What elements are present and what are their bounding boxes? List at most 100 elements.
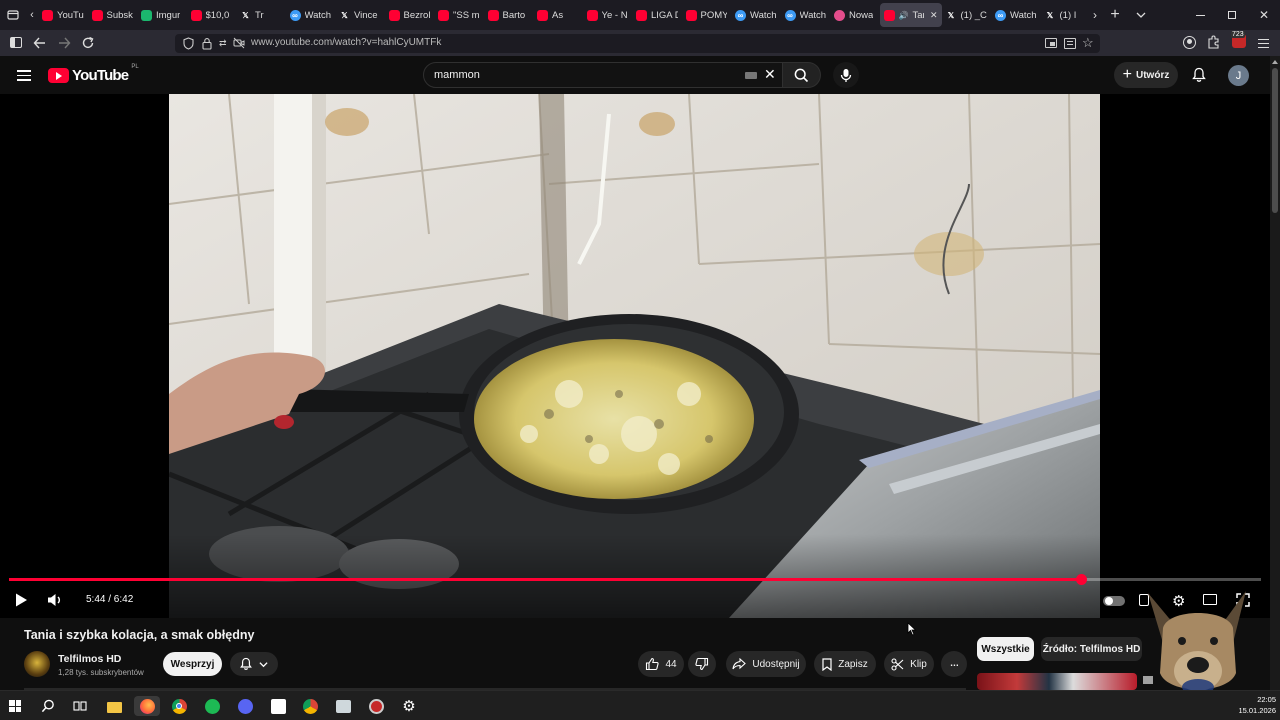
browser-tab[interactable]: Bezrol <box>385 3 435 27</box>
video-player[interactable]: 5:44 / 6:42 ⚙ <box>0 94 1270 618</box>
back-icon[interactable] <box>32 34 48 52</box>
browser-tab[interactable]: ∞ Watch <box>286 3 336 27</box>
search-button[interactable] <box>783 62 821 88</box>
progress-scrubber-handle[interactable] <box>1076 574 1088 585</box>
tab-scroll-left-icon[interactable]: ‹ <box>26 0 38 30</box>
start-button[interactable] <box>9 700 21 712</box>
autoplay-toggle[interactable] <box>1103 596 1125 606</box>
tab-overflow-chevron-icon[interactable] <box>1128 0 1154 30</box>
sidebar-toggle-icon[interactable] <box>10 37 22 48</box>
reload-icon[interactable] <box>80 34 96 52</box>
avatar[interactable]: J <box>1228 65 1249 86</box>
more-actions-button[interactable]: ... <box>941 651 967 677</box>
app-icon-gear[interactable]: ⚙ <box>399 696 419 716</box>
minimize-window-icon[interactable] <box>1184 0 1216 30</box>
extension-badge-icon[interactable]: 723 <box>1231 31 1246 48</box>
extensions-icon[interactable] <box>1207 35 1220 49</box>
bookmark-star-icon[interactable]: ☆ <box>1082 35 1094 51</box>
tracking-shield-icon[interactable] <box>183 37 194 50</box>
browser-tab[interactable]: YouTu <box>38 3 88 27</box>
channel-name[interactable]: Telfilmos HD <box>58 653 121 665</box>
scrollbar-thumb[interactable] <box>1272 68 1278 213</box>
keyboard-icon[interactable] <box>745 72 757 79</box>
taskbar-clock[interactable]: 22:05 15.01.2026 <box>1230 695 1276 715</box>
share-button[interactable]: Udostępnij <box>726 651 806 677</box>
browser-tab[interactable]: ∞ Watch <box>731 3 781 27</box>
browser-tab[interactable]: $10,0 <box>187 3 237 27</box>
filter-chip-all[interactable]: Wszystkie <box>977 637 1034 661</box>
browser-tab[interactable]: Subsk <box>88 3 138 27</box>
app-menu-icon[interactable] <box>1258 39 1269 48</box>
browser-tab[interactable]: 𝕏 (1) I <box>1041 3 1089 27</box>
lock-icon[interactable] <box>202 37 212 50</box>
progress-bar[interactable] <box>9 574 1261 585</box>
scrollbar-up-arrow-icon[interactable] <box>1272 60 1278 64</box>
close-tab-icon[interactable]: ✕ <box>930 10 938 21</box>
tab-label: Watch <box>1010 9 1037 21</box>
browser-tab[interactable]: Nowa <box>830 3 880 27</box>
forward-icon[interactable] <box>56 34 72 52</box>
browser-tab[interactable]: 𝕏 (1) _C <box>942 3 992 27</box>
browser-tab[interactable]: ∞ Watch <box>991 3 1041 27</box>
camera-blocked-icon[interactable] <box>233 37 245 49</box>
support-button[interactable]: Wesprzyj <box>163 652 222 676</box>
guide-menu-icon[interactable] <box>17 70 31 81</box>
address-bar[interactable]: ⇄ www.youtube.com/watch?v=hahlCyUMTFk ☆ <box>175 34 1100 53</box>
task-view-icon[interactable] <box>70 696 90 716</box>
reader-view-icon[interactable] <box>1064 38 1076 49</box>
clip-button[interactable]: Klip <box>884 651 934 677</box>
browser-tab[interactable]: Ye - N <box>583 3 633 27</box>
recommended-thumbnail[interactable] <box>977 673 1137 690</box>
firefox-icon[interactable] <box>134 696 160 716</box>
browser-tab[interactable]: Imgur <box>137 3 187 27</box>
browser-tab[interactable]: 🔊Tan ✕ <box>879 3 942 27</box>
permissions-icon[interactable]: ⇄ <box>219 38 226 49</box>
picture-in-picture-icon[interactable] <box>1045 38 1057 48</box>
save-button[interactable]: Zapisz <box>814 651 876 677</box>
chrome-icon[interactable] <box>169 696 189 716</box>
browser-tab[interactable]: ∞ Watch <box>781 3 831 27</box>
file-explorer-icon[interactable] <box>104 696 124 716</box>
close-window-icon[interactable]: ✕ <box>1248 0 1280 30</box>
tab-label: Tr <box>255 9 264 21</box>
browser-tab[interactable]: "SS m <box>434 3 484 27</box>
youtube-icon <box>42 9 53 21</box>
chrome-icon-2[interactable] <box>300 696 320 716</box>
page-scrollbar[interactable] <box>1270 56 1280 690</box>
app-icon-black[interactable] <box>268 696 288 716</box>
filter-chip-all-label: Wszystkie <box>981 643 1030 655</box>
discord-icon[interactable] <box>235 696 255 716</box>
voice-search-button[interactable] <box>833 62 859 88</box>
like-button[interactable]: 44 <box>638 651 684 677</box>
browser-tab[interactable]: POMY <box>682 3 732 27</box>
channel-avatar[interactable] <box>24 651 50 677</box>
browser-tab[interactable]: LIGA D <box>632 3 682 27</box>
create-button[interactable]: + Utwórz <box>1114 62 1178 88</box>
youtube-logo[interactable]: YouTube PL <box>48 64 139 84</box>
clear-search-icon[interactable]: ✕ <box>764 66 776 83</box>
browser-tab[interactable]: Barto <box>484 3 534 27</box>
browser-tab[interactable]: As <box>533 3 583 27</box>
search-input[interactable]: mammon <box>434 69 480 81</box>
dislike-button[interactable] <box>688 651 716 677</box>
search-taskbar-icon[interactable] <box>38 696 58 716</box>
tab-label: POMY <box>700 9 728 21</box>
tab-scroll-right-icon[interactable]: › <box>1088 0 1102 30</box>
app-icon-gray[interactable] <box>333 696 353 716</box>
notifications-bell-icon[interactable] <box>1192 67 1206 83</box>
url-text[interactable]: www.youtube.com/watch?v=hahlCyUMTFk <box>251 37 441 48</box>
restore-window-icon[interactable] <box>1216 0 1248 30</box>
browser-tab[interactable]: 𝕏 Vince <box>335 3 385 27</box>
mute-button[interactable] <box>47 593 63 607</box>
filter-chip-source[interactable]: Źródło: Telfilmos HD <box>1041 637 1142 661</box>
play-button[interactable] <box>14 592 28 608</box>
new-tab-icon[interactable]: + <box>1102 0 1128 30</box>
browser-tab[interactable]: 𝕏 Tr <box>236 3 286 27</box>
tab-label: Watch <box>750 9 777 21</box>
notification-bell-dropdown[interactable] <box>230 652 278 676</box>
app-icon-red[interactable] <box>366 696 386 716</box>
speaker-icon[interactable]: 🔊 <box>899 11 909 20</box>
tab-list-icon[interactable] <box>0 0 26 30</box>
account-icon[interactable] <box>1183 36 1196 49</box>
spotify-icon[interactable] <box>202 696 222 716</box>
